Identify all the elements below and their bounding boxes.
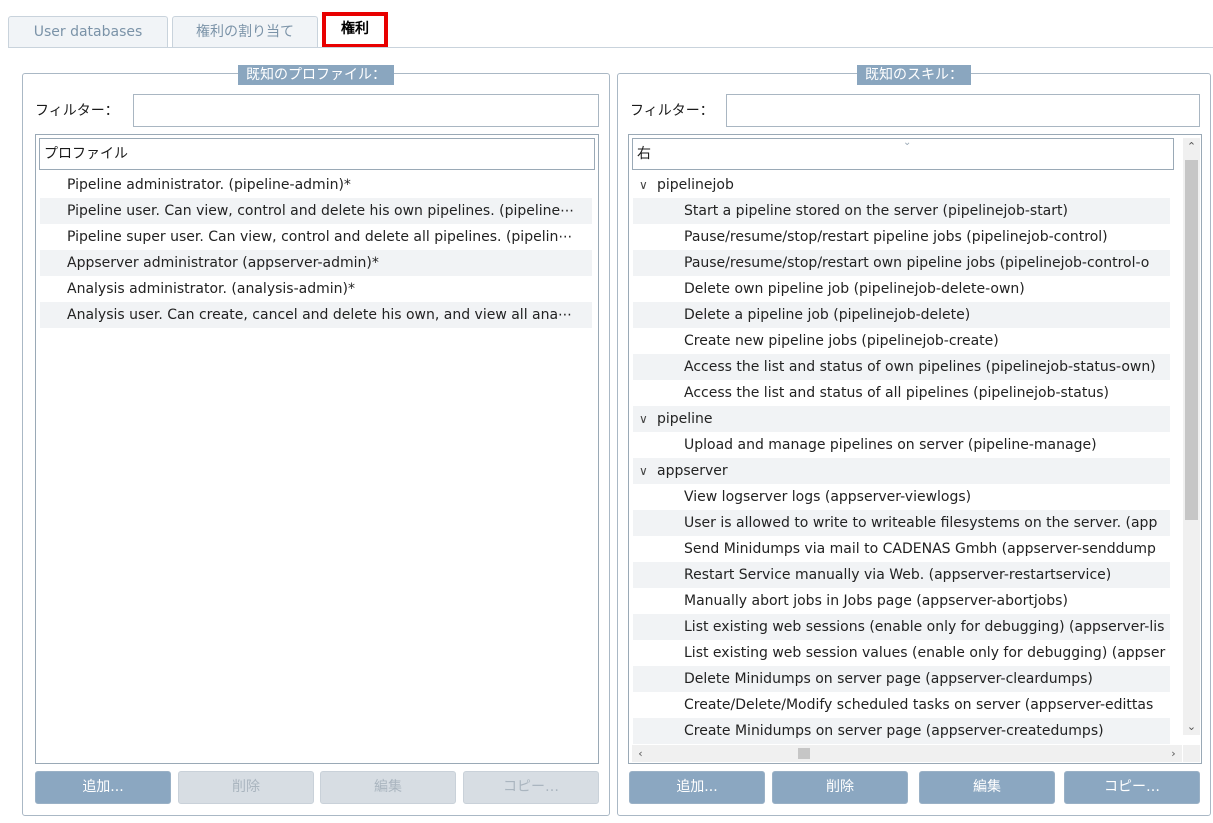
tab-rights[interactable]: 権利 bbox=[322, 12, 388, 48]
skill-row[interactable]: Delete own pipeline job (pipelinejob-del… bbox=[633, 276, 1170, 302]
profile-row[interactable]: Pipeline user. Can view, control and del… bbox=[40, 198, 592, 224]
profile-copy-button[interactable]: コピー… bbox=[463, 771, 599, 804]
skill-row[interactable]: Create/Delete/Modify scheduled tasks on … bbox=[633, 692, 1170, 718]
skill-category-row[interactable]: ∨ appserver bbox=[633, 458, 1170, 484]
skill-row[interactable]: Start a pipeline stored on the server (p… bbox=[633, 198, 1170, 224]
profiles-rows: Pipeline administrator. (pipeline-admin)… bbox=[40, 172, 592, 328]
scroll-right-icon[interactable]: › bbox=[1165, 745, 1182, 762]
profile-row[interactable]: Appserver administrator (appserver-admin… bbox=[40, 250, 592, 276]
skill-edit-button[interactable]: 編集 bbox=[919, 771, 1055, 804]
scroll-down-icon[interactable]: ⌄ bbox=[1183, 718, 1200, 735]
skills-legend: 既知のスキル： bbox=[857, 65, 971, 85]
tab-divider bbox=[8, 47, 1213, 48]
profile-add-button[interactable]: 追加... bbox=[35, 771, 171, 804]
profile-row[interactable]: Pipeline administrator. (pipeline-admin)… bbox=[40, 172, 592, 198]
expand-chevron-icon[interactable]: ∨ bbox=[639, 172, 657, 198]
skill-category-row[interactable]: ∨ pipelinejob bbox=[633, 172, 1170, 198]
skills-column-header[interactable]: ⌄ 右 bbox=[632, 137, 1174, 170]
profiles-column-header[interactable]: プロファイル bbox=[39, 138, 595, 170]
skill-copy-button[interactable]: コピー… bbox=[1064, 771, 1200, 804]
vertical-scroll-thumb[interactable] bbox=[1185, 160, 1198, 520]
skills-filter-input[interactable] bbox=[726, 94, 1200, 127]
skill-row[interactable]: Delete Minidumps on server page (appserv… bbox=[633, 666, 1170, 692]
vertical-scrollbar[interactable]: ⌃ ⌄ bbox=[1183, 138, 1200, 735]
tab-bar: User databases 権利の割り当て 権利 bbox=[8, 12, 1213, 48]
skill-category-label: pipelinejob bbox=[657, 177, 734, 193]
skills-filter-label: フィルター： bbox=[630, 103, 714, 119]
profiles-list: プロファイル Pipeline administrator. (pipeline… bbox=[35, 134, 599, 764]
skill-row[interactable]: Upload and manage pipelines on server (p… bbox=[633, 432, 1170, 458]
profiles-filter-input[interactable] bbox=[133, 94, 599, 127]
skill-row[interactable]: Access the list and status of all pipeli… bbox=[633, 380, 1170, 406]
profile-delete-button[interactable]: 削除 bbox=[178, 771, 314, 804]
skill-row[interactable]: User is allowed to write to writeable fi… bbox=[633, 510, 1170, 536]
sort-chevron-icon: ⌄ bbox=[903, 137, 912, 148]
skills-rows: ∨ pipelinejob Start a pipeline stored on t… bbox=[633, 172, 1170, 744]
skill-row[interactable]: Send Minidumps via mail to CADENAS Gmbh … bbox=[633, 536, 1170, 562]
profile-row[interactable]: Analysis user. Can create, cancel and de… bbox=[40, 302, 592, 328]
skill-row[interactable]: Restart Service manually via Web. (appse… bbox=[633, 562, 1170, 588]
skill-row[interactable]: List existing web sessions (enable only … bbox=[633, 614, 1170, 640]
skill-add-button[interactable]: 追加... bbox=[629, 771, 765, 804]
scroll-up-icon[interactable]: ⌃ bbox=[1183, 138, 1200, 155]
profiles-filter-label: フィルター： bbox=[35, 103, 119, 119]
skill-row[interactable]: Pause/resume/stop/restart pipeline jobs … bbox=[633, 224, 1170, 250]
tab-rights-assignment[interactable]: 権利の割り当て bbox=[172, 16, 318, 48]
skill-row[interactable]: View logserver logs (appserver-viewlogs) bbox=[633, 484, 1170, 510]
skill-row[interactable]: Create Minidumps on server page (appserv… bbox=[633, 718, 1170, 744]
skill-row[interactable]: Create new pipeline jobs (pipelinejob-cr… bbox=[633, 328, 1170, 354]
profile-edit-button[interactable]: 編集 bbox=[320, 771, 456, 804]
horizontal-scrollbar[interactable]: ‹ › bbox=[632, 745, 1182, 762]
profiles-legend: 既知のプロファイル： bbox=[238, 65, 394, 85]
skill-delete-button[interactable]: 削除 bbox=[772, 771, 908, 804]
skill-row[interactable]: Pause/resume/stop/restart own pipeline j… bbox=[633, 250, 1170, 276]
skill-category-label: appserver bbox=[657, 463, 728, 479]
skills-tree: ⌄ 右 ∨ pipelinejob Start a pipeline stored … bbox=[628, 134, 1202, 764]
skill-category-row[interactable]: ∨ pipeline bbox=[633, 406, 1170, 432]
scrollbar-corner bbox=[1183, 745, 1200, 762]
profile-row[interactable]: Pipeline super user. Can view, control a… bbox=[40, 224, 592, 250]
skill-row[interactable]: List existing web session values (enable… bbox=[633, 640, 1170, 666]
horizontal-scroll-thumb[interactable] bbox=[798, 748, 810, 759]
skills-column-header-label: 右 bbox=[637, 146, 651, 162]
skill-row[interactable]: Delete a pipeline job (pipelinejob-delet… bbox=[633, 302, 1170, 328]
tab-user-databases[interactable]: User databases bbox=[8, 16, 168, 48]
expand-chevron-icon[interactable]: ∨ bbox=[639, 458, 657, 484]
profiles-group: 既知のプロファイル： フィルター： プロファイル Pipeline admini… bbox=[22, 65, 610, 816]
skill-row[interactable]: Access the list and status of own pipeli… bbox=[633, 354, 1170, 380]
skill-category-label: pipeline bbox=[657, 411, 713, 427]
profile-row[interactable]: Analysis administrator. (analysis-admin)… bbox=[40, 276, 592, 302]
skills-group: 既知のスキル： フィルター： ⌄ 右 ∨ pipelinejob Start a p… bbox=[617, 65, 1211, 816]
expand-chevron-icon[interactable]: ∨ bbox=[639, 406, 657, 432]
scroll-left-icon[interactable]: ‹ bbox=[632, 745, 649, 762]
skill-row[interactable]: Manually abort jobs in Jobs page (appser… bbox=[633, 588, 1170, 614]
